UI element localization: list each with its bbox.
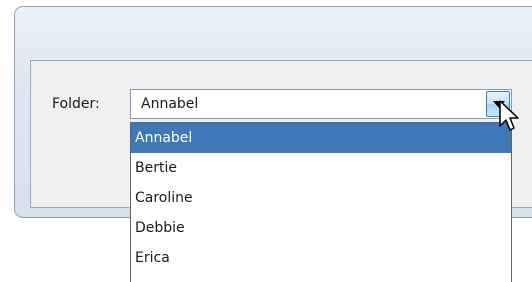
folder-combobox-value: Annabel: [141, 96, 199, 112]
dropdown-option[interactable]: Bertie: [131, 153, 511, 183]
mouse-pointer-icon: [499, 100, 519, 131]
folder-label: Folder:: [52, 96, 100, 112]
dropdown-option[interactable]: Annabel: [131, 123, 511, 153]
dropdown-option[interactable]: Debbie: [131, 213, 511, 243]
folder-combobox[interactable]: Annabel: [130, 89, 512, 119]
dropdown-option[interactable]: Caroline: [131, 183, 511, 213]
folder-dropdown-list[interactable]: Annabel Bertie Caroline Debbie Erica: [130, 122, 512, 282]
dropdown-option[interactable]: Erica: [131, 243, 511, 273]
